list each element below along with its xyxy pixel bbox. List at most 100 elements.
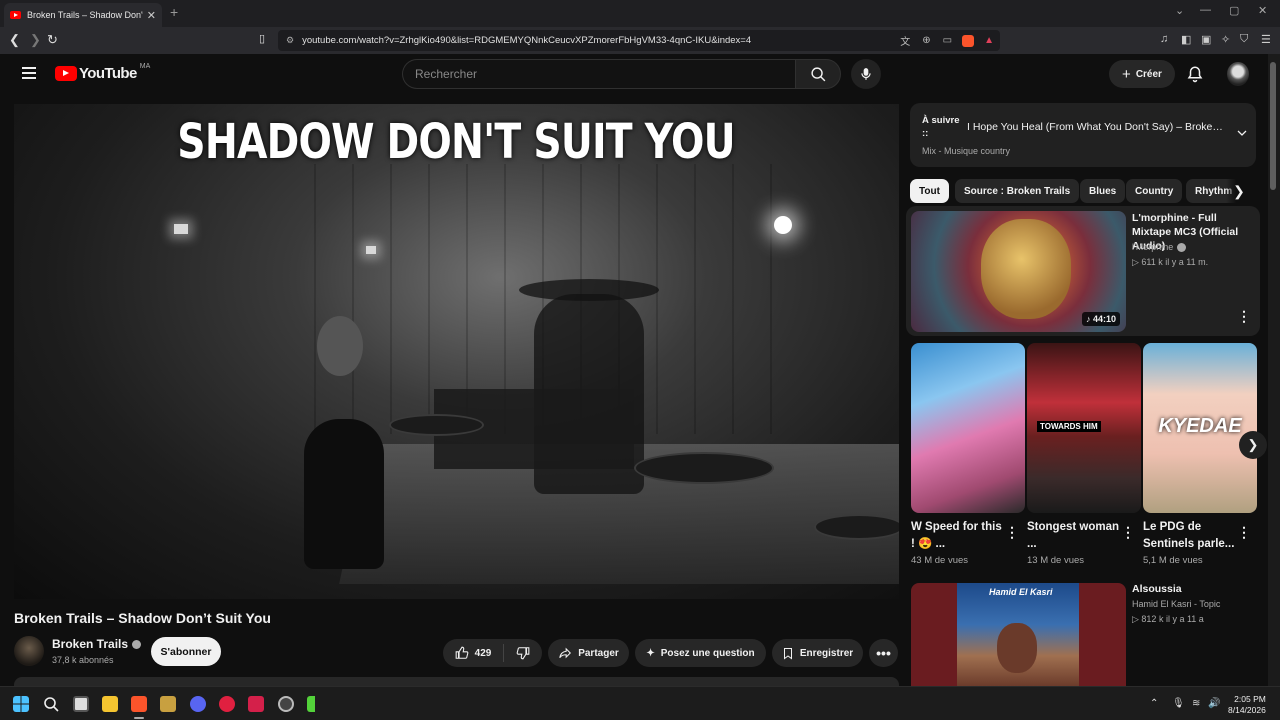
browser-tab[interactable]: Broken Trails – Shadow Don't Suit You ✕	[4, 3, 162, 27]
task-view-icon[interactable]	[73, 696, 89, 712]
shorts-next-button[interactable]: ❯	[1239, 431, 1267, 459]
short2-overlay-text: TOWARDS HIM	[1037, 421, 1101, 432]
zoom-icon[interactable]: ⊕	[922, 35, 930, 46]
cast-icon[interactable]: ▭	[943, 35, 952, 46]
thumbs-down-icon	[516, 647, 530, 660]
taskbar-search-icon[interactable]	[43, 696, 59, 712]
dislike-button[interactable]	[504, 646, 542, 660]
more-actions-button[interactable]: •••	[869, 639, 898, 667]
bookmark-icon[interactable]: ▯	[259, 32, 265, 45]
game-launcher-icon[interactable]	[307, 696, 323, 712]
share-button[interactable]: Partager	[548, 639, 629, 667]
bar-table	[634, 452, 774, 484]
channel-name-link[interactable]: Broken Trails	[52, 637, 142, 651]
search-input[interactable]: Rechercher	[402, 59, 796, 89]
wifi-icon[interactable]: ≋	[1192, 698, 1200, 709]
chips-next-icon[interactable]: ❯	[1226, 179, 1252, 203]
youtube-header: YouTube MA Rechercher + Créer	[0, 54, 1268, 94]
short-thumbnail-1[interactable]	[911, 343, 1025, 513]
duration-badge: ♪ 44:10	[1081, 312, 1120, 326]
chip-all[interactable]: Tout	[910, 179, 949, 203]
subscribe-button[interactable]: S'abonner	[151, 637, 221, 666]
more-vertical-icon[interactable]: ⋮	[1237, 524, 1251, 541]
mix-thumbnail[interactable]: ♪ 44:10	[911, 211, 1126, 332]
clock-time: 2:05 PM	[1234, 694, 1266, 704]
voice-search-button[interactable]	[851, 59, 881, 89]
ask-question-button[interactable]: ✦ Posez une question	[635, 639, 766, 667]
short-thumbnail-3[interactable]: KYEDAE	[1143, 343, 1257, 513]
system-clock[interactable]: 2:05 PM 8/14/2026	[1228, 694, 1266, 716]
brave-rewards-icon[interactable]: ▲	[984, 35, 994, 46]
windows-taskbar: ⌃ 🎙 ≋ 🔊 2:05 PM 8/14/2026	[0, 686, 1280, 720]
translate-icon[interactable]: 文	[900, 33, 910, 48]
menu-icon[interactable]: ☰	[1261, 33, 1271, 46]
tray-overflow-icon[interactable]: ⌃	[1150, 698, 1158, 709]
sidebar-icon[interactable]: ◧	[1181, 33, 1191, 46]
video-title-4[interactable]: Alsoussia	[1132, 583, 1182, 595]
up-next-panel[interactable]: À suivre :: I Hope You Heal (From What Y…	[910, 103, 1256, 167]
app-icon-pink[interactable]	[248, 696, 264, 712]
mix-channel[interactable]: l'Morphine	[1132, 242, 1187, 252]
short-title-3[interactable]: Le PDG de Sentinels parle...	[1143, 519, 1237, 553]
create-label: Créer	[1135, 68, 1162, 80]
video-channel-4[interactable]: Hamid El Kasri - Topic	[1132, 599, 1220, 609]
hamburger-menu-icon[interactable]	[22, 67, 36, 82]
github-icon[interactable]	[278, 696, 294, 712]
notifications-bell-icon[interactable]	[1186, 65, 1204, 83]
more-vertical-icon[interactable]: ⋮	[1237, 308, 1251, 325]
woman-figure-head	[317, 316, 363, 376]
create-button[interactable]: + Créer	[1109, 60, 1175, 88]
tray-mic-icon[interactable]: 🎙	[1172, 698, 1185, 709]
scrollbar-thumb[interactable]	[1270, 62, 1276, 190]
restore-icon[interactable]: ▢	[1229, 4, 1239, 17]
brave-browser-icon[interactable]	[131, 696, 147, 712]
app-icon[interactable]	[160, 696, 176, 712]
minimize-icon[interactable]: —	[1200, 4, 1211, 16]
filter-chips: Tout Source : Broken Trails Blues Countr…	[910, 179, 1256, 204]
channel-avatar[interactable]	[14, 636, 44, 666]
wallet-icon[interactable]: ▣	[1201, 33, 1211, 46]
new-tab-icon[interactable]: +	[170, 4, 178, 20]
search-button[interactable]	[795, 59, 841, 89]
windows-start-icon[interactable]	[13, 696, 29, 712]
brave-shields-icon[interactable]	[962, 34, 975, 47]
video-player[interactable]: SHADOW DON'T SUIT YOU	[14, 104, 899, 599]
file-explorer-icon[interactable]	[102, 696, 118, 712]
short-thumbnail-2[interactable]: TOWARDS HIM	[1027, 343, 1141, 513]
reload-icon[interactable]: ↻	[47, 32, 58, 48]
video-meta-4: ▷ 812 k il y a 11 a	[1132, 614, 1204, 624]
youtube-favicon-icon	[10, 11, 21, 19]
chip-country[interactable]: Country	[1126, 179, 1183, 203]
vpn-icon[interactable]: ⛉	[1240, 33, 1248, 46]
short-title-2[interactable]: Stongest woman ...	[1027, 519, 1121, 553]
leo-ai-icon[interactable]: ✧	[1221, 33, 1230, 46]
youtube-logo[interactable]: YouTube MA	[55, 63, 150, 82]
volume-icon[interactable]: 🔊	[1208, 698, 1220, 709]
like-button[interactable]: 429	[443, 646, 503, 660]
media-icon[interactable]: ♫	[1160, 33, 1168, 45]
discord-icon[interactable]	[190, 696, 206, 712]
browser-toolbar: ❮ ❯ ↻ ▯ ⚙ youtube.com/watch?v=ZrhglKio49…	[0, 27, 1280, 54]
back-icon[interactable]: ❮	[9, 32, 20, 48]
more-vertical-icon[interactable]: ⋮	[1005, 524, 1019, 541]
app-icon-red[interactable]	[219, 696, 235, 712]
site-info-icon[interactable]: ⚙	[286, 35, 294, 46]
account-avatar[interactable]	[1227, 62, 1249, 86]
close-window-icon[interactable]: ✕	[1258, 4, 1267, 17]
share-icon	[559, 647, 572, 659]
address-bar[interactable]: ⚙ youtube.com/watch?v=ZrhglKio490&list=R…	[278, 30, 1000, 51]
close-tab-icon[interactable]: ✕	[147, 9, 156, 22]
chip-source[interactable]: Source : Broken Trails	[955, 179, 1080, 203]
more-vertical-icon[interactable]: ⋮	[1121, 524, 1135, 541]
like-dislike-group: 429	[443, 639, 542, 667]
chip-blues[interactable]: Blues	[1080, 179, 1126, 203]
save-button[interactable]: Enregistrer	[772, 639, 863, 667]
wall-lamp	[174, 224, 188, 234]
video-thumbnail-4[interactable]: Hamid El Kasri	[911, 583, 1126, 687]
duration-text: 44:10	[1092, 314, 1116, 324]
short-title-1[interactable]: W Speed for this ! 😍 ...	[911, 519, 1005, 553]
subscriber-count: 37,8 k abonnés	[52, 655, 114, 665]
chevron-down-icon[interactable]	[1236, 127, 1248, 139]
forward-icon[interactable]: ❯	[30, 32, 41, 48]
tab-search-chevron-icon[interactable]: ⌄	[1175, 4, 1184, 17]
